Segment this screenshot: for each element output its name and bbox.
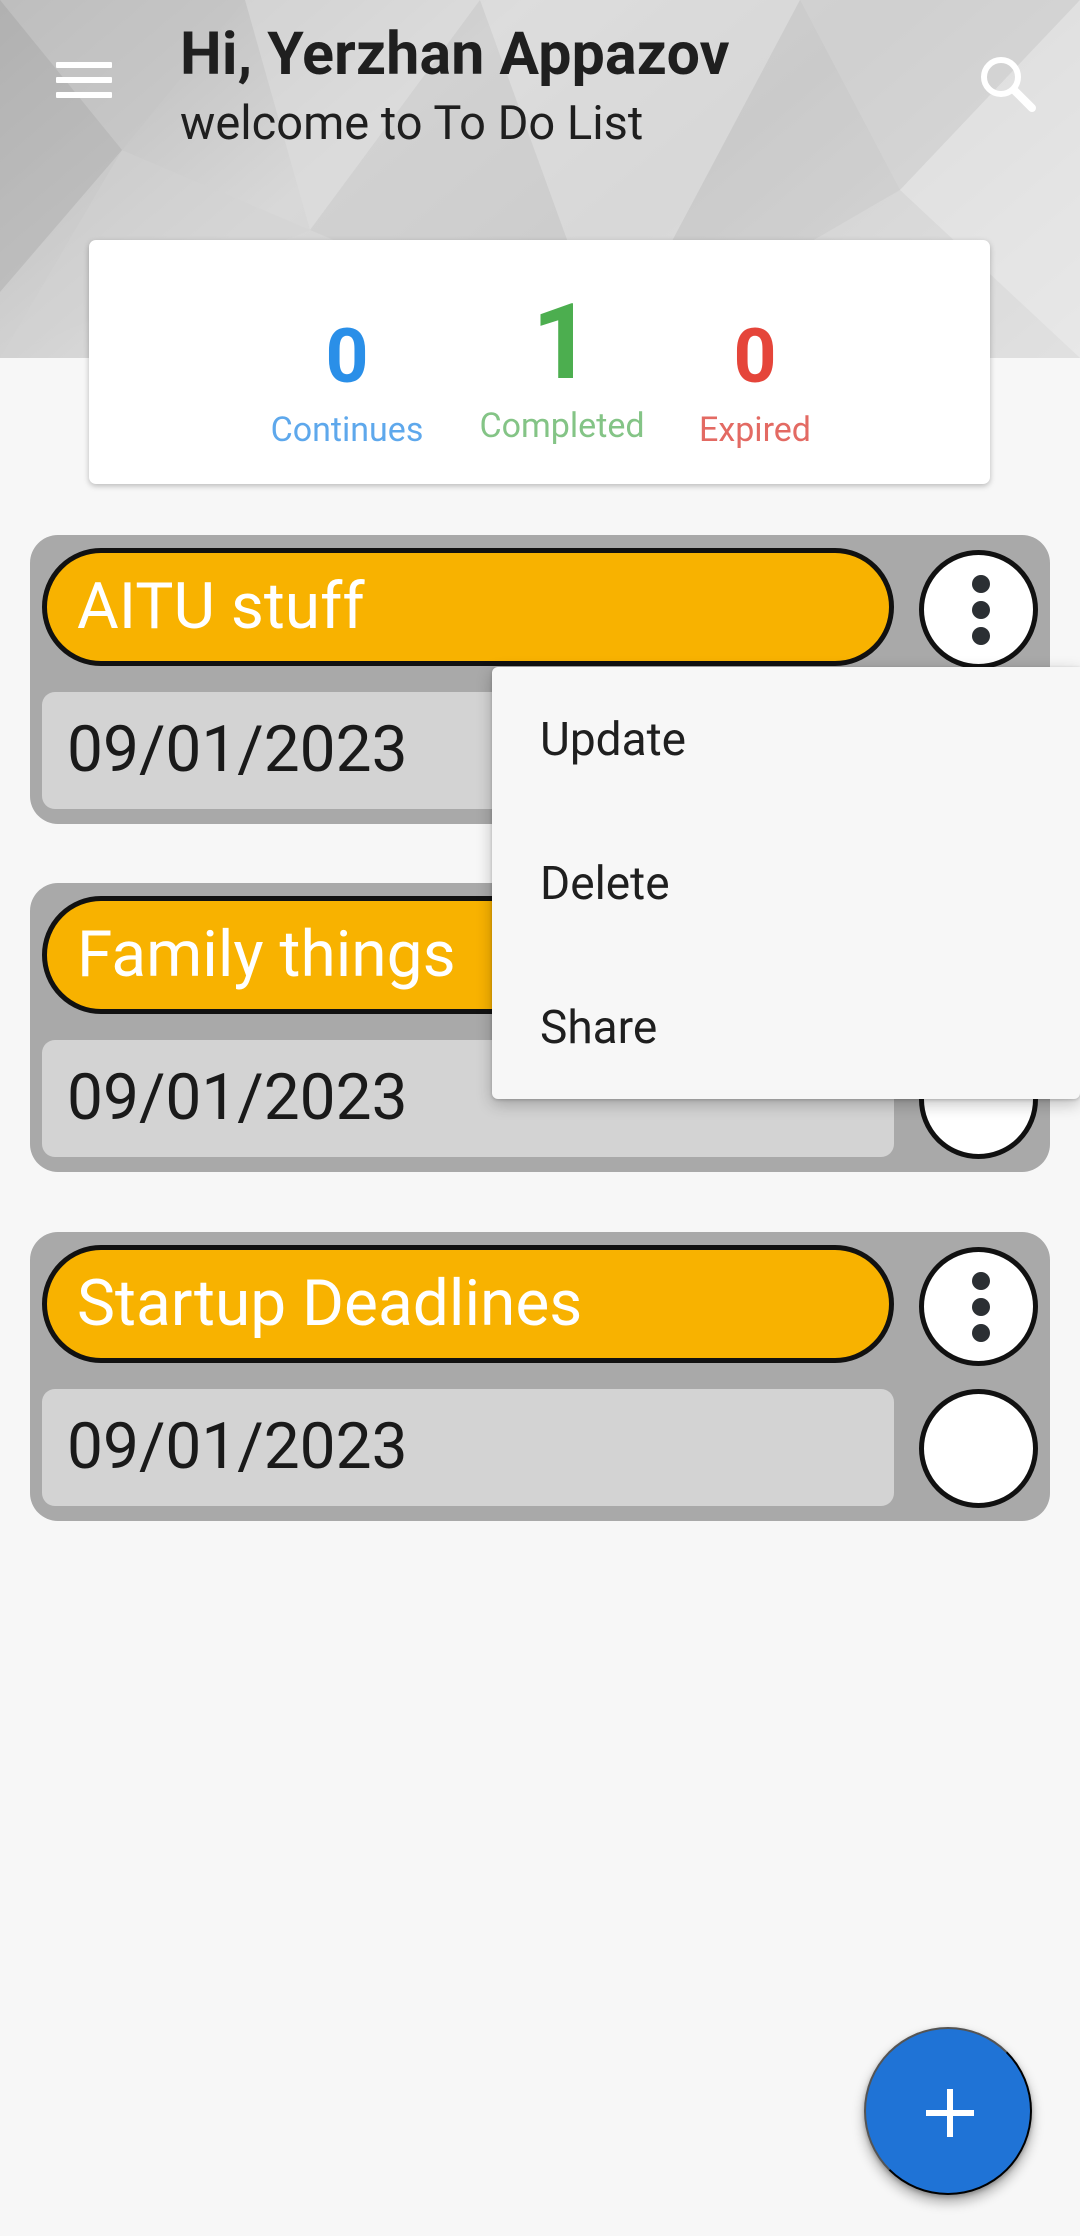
delete-menu-item[interactable]: Delete bbox=[540, 861, 670, 907]
task-date[interactable]: 09/01/2023 bbox=[42, 1389, 894, 1506]
completed-label: Completed bbox=[479, 406, 645, 446]
more-vertical-icon-dot bbox=[972, 1298, 990, 1316]
more-vertical-icon-dot bbox=[972, 601, 990, 619]
search-icon bbox=[981, 57, 1036, 112]
task-complete-checkbox[interactable] bbox=[919, 1389, 1038, 1508]
task-date-text: 09/01/2023 bbox=[67, 1409, 408, 1484]
expired-label: Expired bbox=[699, 410, 811, 450]
task-card: Startup Deadlines 09/01/2023 bbox=[30, 1232, 1050, 1521]
continues-stat: 0 Continues bbox=[242, 313, 452, 450]
more-vertical-icon-dot bbox=[972, 1324, 990, 1342]
completed-stat: 1 Completed bbox=[457, 290, 667, 443]
task-options-menu: Update Delete Share bbox=[492, 667, 1080, 1099]
search-button[interactable] bbox=[978, 54, 1036, 112]
greeting-subtitle: welcome to To Do List bbox=[180, 96, 644, 151]
task-date-text: 09/01/2023 bbox=[67, 1060, 408, 1135]
completed-count: 1 bbox=[531, 281, 593, 404]
hamburger-menu-icon-line bbox=[56, 92, 112, 98]
task-title[interactable]: Startup Deadlines bbox=[42, 1245, 894, 1363]
task-title[interactable]: AITU stuff bbox=[42, 548, 894, 666]
continues-label: Continues bbox=[270, 410, 424, 450]
share-menu-item[interactable]: Share bbox=[540, 1005, 657, 1051]
plus-icon bbox=[926, 2089, 974, 2137]
task-more-button[interactable] bbox=[919, 1247, 1038, 1366]
more-vertical-icon-dot bbox=[972, 627, 990, 645]
task-statistics-card: 0 Continues 1 Completed 0 Expired bbox=[89, 240, 990, 484]
add-task-button[interactable] bbox=[864, 2027, 1032, 2195]
task-title-text: Family things bbox=[77, 917, 456, 992]
more-vertical-icon-dot bbox=[972, 1272, 990, 1290]
hamburger-menu-icon-line bbox=[56, 77, 112, 83]
task-date-text: 09/01/2023 bbox=[67, 712, 408, 787]
todo-list-screen: Hi, Yerzhan Appazov welcome to To Do Lis… bbox=[0, 0, 1080, 2236]
expired-stat: 0 Expired bbox=[650, 313, 860, 450]
update-menu-item[interactable]: Update bbox=[540, 717, 686, 763]
menu-button[interactable] bbox=[56, 62, 112, 104]
continues-count: 0 bbox=[325, 313, 369, 401]
task-title-text: AITU stuff bbox=[77, 569, 365, 644]
greeting-title: Hi, Yerzhan Appazov bbox=[180, 20, 730, 89]
task-title-text: Startup Deadlines bbox=[77, 1266, 583, 1341]
task-more-button[interactable] bbox=[919, 550, 1038, 669]
more-vertical-icon-dot bbox=[972, 575, 990, 593]
hamburger-menu-icon-line bbox=[56, 62, 112, 68]
expired-count: 0 bbox=[733, 313, 777, 401]
